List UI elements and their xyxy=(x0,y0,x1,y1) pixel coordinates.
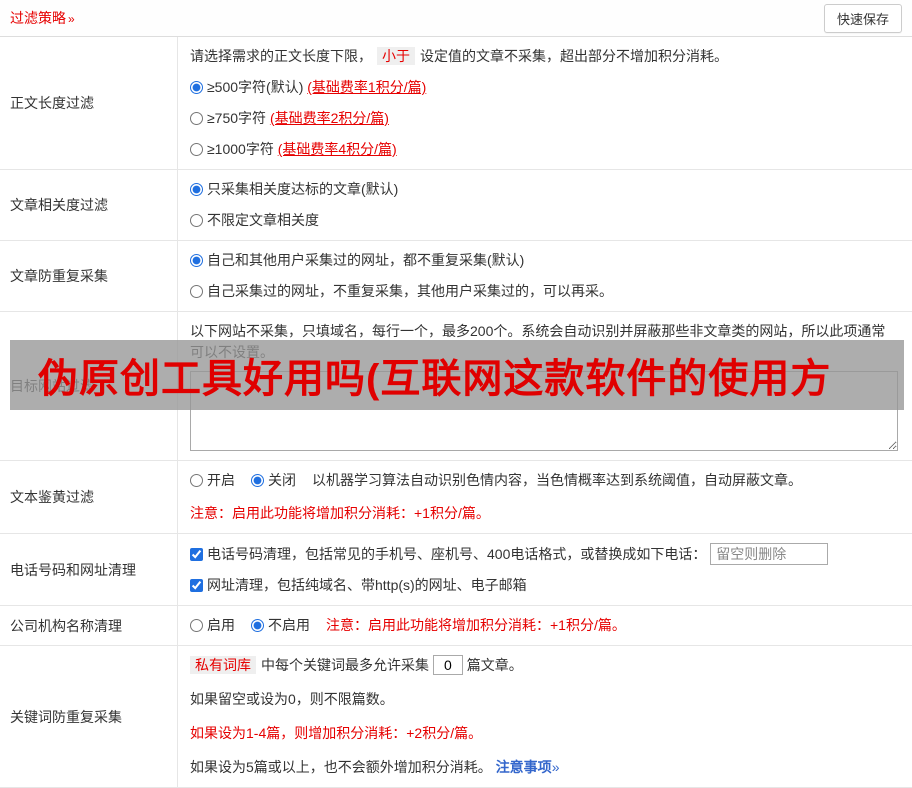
row-dedup-filter: 文章防重复采集 自己和其他用户采集过的网址，都不重复采集(默认) 自己采集过的网… xyxy=(0,241,912,312)
option-750-label: ≥750字符 xyxy=(207,110,267,126)
blocked-sites-textarea[interactable] xyxy=(190,371,898,451)
quick-save-button[interactable]: 快速保存 xyxy=(823,3,902,33)
row-content-company: 启用 不启用 注意：启用此功能将增加积分消耗：+1积分/篇。 xyxy=(178,606,912,645)
topbar: 过滤策略» 快速保存 xyxy=(0,0,912,37)
option-url-cleanup[interactable]: 网址清理，包括纯域名、带http(s)的网址、电子邮箱 xyxy=(190,577,527,593)
keyword-rule-5plus-text: 如果设为5篇或以上，也不会额外增加积分消耗。 xyxy=(190,759,492,775)
row-label-body-length: 正文长度过滤 xyxy=(0,37,178,169)
intro-pre-text: 请选择需求的正文长度下限， xyxy=(190,48,372,64)
body-length-intro: 请选择需求的正文长度下限， 小于 设定值的文章不采集，超出部分不增加积分消耗。 xyxy=(190,46,898,67)
row-content-keyword: 私有词库中每个关键词最多允许采集 篇文章。 如果留空或设为0，则不限篇数。 如果… xyxy=(178,646,912,787)
row-phone-url-cleanup: 电话号码和网址清理 电话号码清理，包括常见的手机号、座机号、400电话格式，或替… xyxy=(0,534,912,606)
private-lexicon-highlight: 私有词库 xyxy=(190,656,256,674)
option-dedup-own-label: 自己采集过的网址，不重复采集，其他用户采集过的，可以再采。 xyxy=(207,283,613,299)
radio-dedup-global[interactable] xyxy=(190,254,203,267)
phone-cleanup-line: 电话号码清理，包括常见的手机号、座机号、400电话格式，或替换成如下电话： xyxy=(190,543,898,565)
row-label-keyword: 关键词防重复采集 xyxy=(0,646,178,787)
keyword-rule-zero: 如果留空或设为0，则不限篇数。 xyxy=(190,691,394,707)
row-label-company: 公司机构名称清理 xyxy=(0,606,178,645)
row-content-target-site: 以下网站不采集，只填域名，每行一个，最多200个。系统会自动识别并屏蔽那些非文章… xyxy=(178,312,912,460)
keyword-limit-mid-text: 中每个关键词最多允许采集 xyxy=(261,657,429,673)
intro-highlight-text: 小于 xyxy=(377,47,415,65)
notes-link[interactable]: 注意事项» xyxy=(496,759,560,775)
page-title-text: 过滤策略 xyxy=(10,10,66,26)
radio-dedup-own[interactable] xyxy=(190,285,203,298)
option-500-chars[interactable]: ≥500字符(默认) (基础费率1积分/篇) xyxy=(190,77,898,98)
url-cleanup-label: 网址清理，包括纯域名、带http(s)的网址、电子邮箱 xyxy=(207,577,527,593)
porn-description: 以机器学习算法自动识别色情内容，当色情概率达到系统阈值，自动屏蔽文章。 xyxy=(312,472,802,488)
radio-500-chars[interactable] xyxy=(190,81,203,94)
radio-porn-on[interactable] xyxy=(190,474,203,487)
option-company-disable[interactable]: 不启用 xyxy=(251,617,310,633)
row-label-relevance: 文章相关度过滤 xyxy=(0,170,178,240)
row-body-length-filter: 正文长度过滤 请选择需求的正文长度下限， 小于 设定值的文章不采集，超出部分不增加积… xyxy=(0,37,912,170)
row-content-dedup: 自己和其他用户采集过的网址，都不重复采集(默认) 自己采集过的网址，不重复采集，… xyxy=(178,241,912,311)
option-1000-label: ≥1000字符 xyxy=(207,141,274,157)
keyword-count-input[interactable] xyxy=(432,655,463,675)
company-cost-note: 注意：启用此功能将增加积分消耗：+1积分/篇。 xyxy=(326,617,626,633)
chevron-down-icon: » xyxy=(68,12,75,26)
row-label-dedup: 文章防重复采集 xyxy=(0,241,178,311)
company-options-line: 启用 不启用 注意：启用此功能将增加积分消耗：+1积分/篇。 xyxy=(190,615,898,636)
option-dedup-global-label: 自己和其他用户采集过的网址，都不重复采集(默认) xyxy=(207,252,525,268)
radio-company-disable[interactable] xyxy=(251,619,264,632)
option-750-chars[interactable]: ≥750字符 (基础费率2积分/篇) xyxy=(190,108,898,129)
replacement-phone-input[interactable] xyxy=(710,543,829,565)
option-relevance-any[interactable]: 不限定文章相关度 xyxy=(190,210,898,231)
radio-porn-off[interactable] xyxy=(251,474,264,487)
checkbox-url-cleanup[interactable] xyxy=(190,579,203,592)
url-cleanup-line: 网址清理，包括纯域名、带http(s)的网址、电子邮箱 xyxy=(190,575,898,596)
radio-750-chars[interactable] xyxy=(190,112,203,125)
option-porn-off[interactable]: 关闭 xyxy=(251,472,296,488)
radio-relevance-strict[interactable] xyxy=(190,183,203,196)
option-phone-cleanup[interactable]: 电话号码清理，包括常见的手机号、座机号、400电话格式，或替换成如下电话： xyxy=(190,546,706,562)
row-label-target-site: 目标网站过滤 xyxy=(0,312,178,460)
row-label-phone-url: 电话号码和网址清理 xyxy=(0,534,178,605)
option-relevance-any-label: 不限定文章相关度 xyxy=(207,212,319,228)
row-relevance-filter: 文章相关度过滤 只采集相关度达标的文章(默认) 不限定文章相关度 xyxy=(0,170,912,241)
option-company-enable-label: 启用 xyxy=(207,617,235,633)
keyword-rule-1-4: 如果设为1-4篇，则增加积分消耗：+2积分/篇。 xyxy=(190,725,483,741)
option-relevance-strict[interactable]: 只采集相关度达标的文章(默认) xyxy=(190,179,898,200)
row-content-body-length: 请选择需求的正文长度下限， 小于 设定值的文章不采集，超出部分不增加积分消耗。 ≥5… xyxy=(178,37,912,169)
row-content-porn: 开启 关闭 以机器学习算法自动识别色情内容，当色情概率达到系统阈值，自动屏蔽文章。 … xyxy=(178,461,912,533)
notes-link-chevron-icon: » xyxy=(551,759,560,775)
row-label-porn: 文本鉴黄过滤 xyxy=(0,461,178,533)
option-company-enable[interactable]: 启用 xyxy=(190,617,235,633)
row-content-phone-url: 电话号码清理，包括常见的手机号、座机号、400电话格式，或替换成如下电话： 网址… xyxy=(178,534,912,605)
intro-post-text: 设定值的文章不采集，超出部分不增加积分消耗。 xyxy=(420,48,728,64)
porn-cost-note: 注意：启用此功能将增加积分消耗：+1积分/篇。 xyxy=(190,505,490,521)
option-dedup-own[interactable]: 自己采集过的网址，不重复采集，其他用户采集过的，可以再采。 xyxy=(190,281,898,302)
keyword-limit-line: 私有词库中每个关键词最多允许采集 篇文章。 xyxy=(190,655,898,676)
option-1000-fee: (基础费率4积分/篇) xyxy=(277,141,397,157)
target-site-intro: 以下网站不采集，只填域名，每行一个，最多200个。系统会自动识别并屏蔽那些非文章… xyxy=(190,323,886,360)
option-500-label: ≥500字符(默认) xyxy=(207,79,304,95)
row-company-cleanup: 公司机构名称清理 启用 不启用 注意：启用此功能将增加积分消耗：+1积分/篇。 xyxy=(0,606,912,646)
row-content-relevance: 只采集相关度达标的文章(默认) 不限定文章相关度 xyxy=(178,170,912,240)
page-title[interactable]: 过滤策略» xyxy=(10,8,75,28)
keyword-limit-post-text: 篇文章。 xyxy=(466,657,523,673)
row-target-site-filter: 目标网站过滤 以下网站不采集，只填域名，每行一个，最多200个。系统会自动识别并… xyxy=(0,312,912,461)
row-keyword-dedup: 关键词防重复采集 私有词库中每个关键词最多允许采集 篇文章。 如果留空或设为0，… xyxy=(0,646,912,788)
porn-options-line: 开启 关闭 以机器学习算法自动识别色情内容，当色情概率达到系统阈值，自动屏蔽文章。 xyxy=(190,470,898,491)
radio-1000-chars[interactable] xyxy=(190,143,203,156)
row-porn-filter: 文本鉴黄过滤 开启 关闭 以机器学习算法自动识别色情内容，当色情概率达到系统阈值，自… xyxy=(0,461,912,534)
option-relevance-strict-label: 只采集相关度达标的文章(默认) xyxy=(207,181,399,197)
option-porn-off-label: 关闭 xyxy=(268,472,296,488)
option-porn-on[interactable]: 开启 xyxy=(190,472,235,488)
option-500-fee: (基础费率1积分/篇) xyxy=(307,79,427,95)
option-company-disable-label: 不启用 xyxy=(268,617,310,633)
option-dedup-global[interactable]: 自己和其他用户采集过的网址，都不重复采集(默认) xyxy=(190,250,898,271)
option-750-fee: (基础费率2积分/篇) xyxy=(269,110,389,126)
option-porn-on-label: 开启 xyxy=(207,472,235,488)
radio-company-enable[interactable] xyxy=(190,619,203,632)
radio-relevance-any[interactable] xyxy=(190,214,203,227)
notes-link-text: 注意事项 xyxy=(495,759,552,775)
option-1000-chars[interactable]: ≥1000字符 (基础费率4积分/篇) xyxy=(190,139,898,160)
phone-cleanup-label: 电话号码清理，包括常见的手机号、座机号、400电话格式，或替换成如下电话： xyxy=(207,546,707,562)
checkbox-phone-cleanup[interactable] xyxy=(190,548,203,561)
